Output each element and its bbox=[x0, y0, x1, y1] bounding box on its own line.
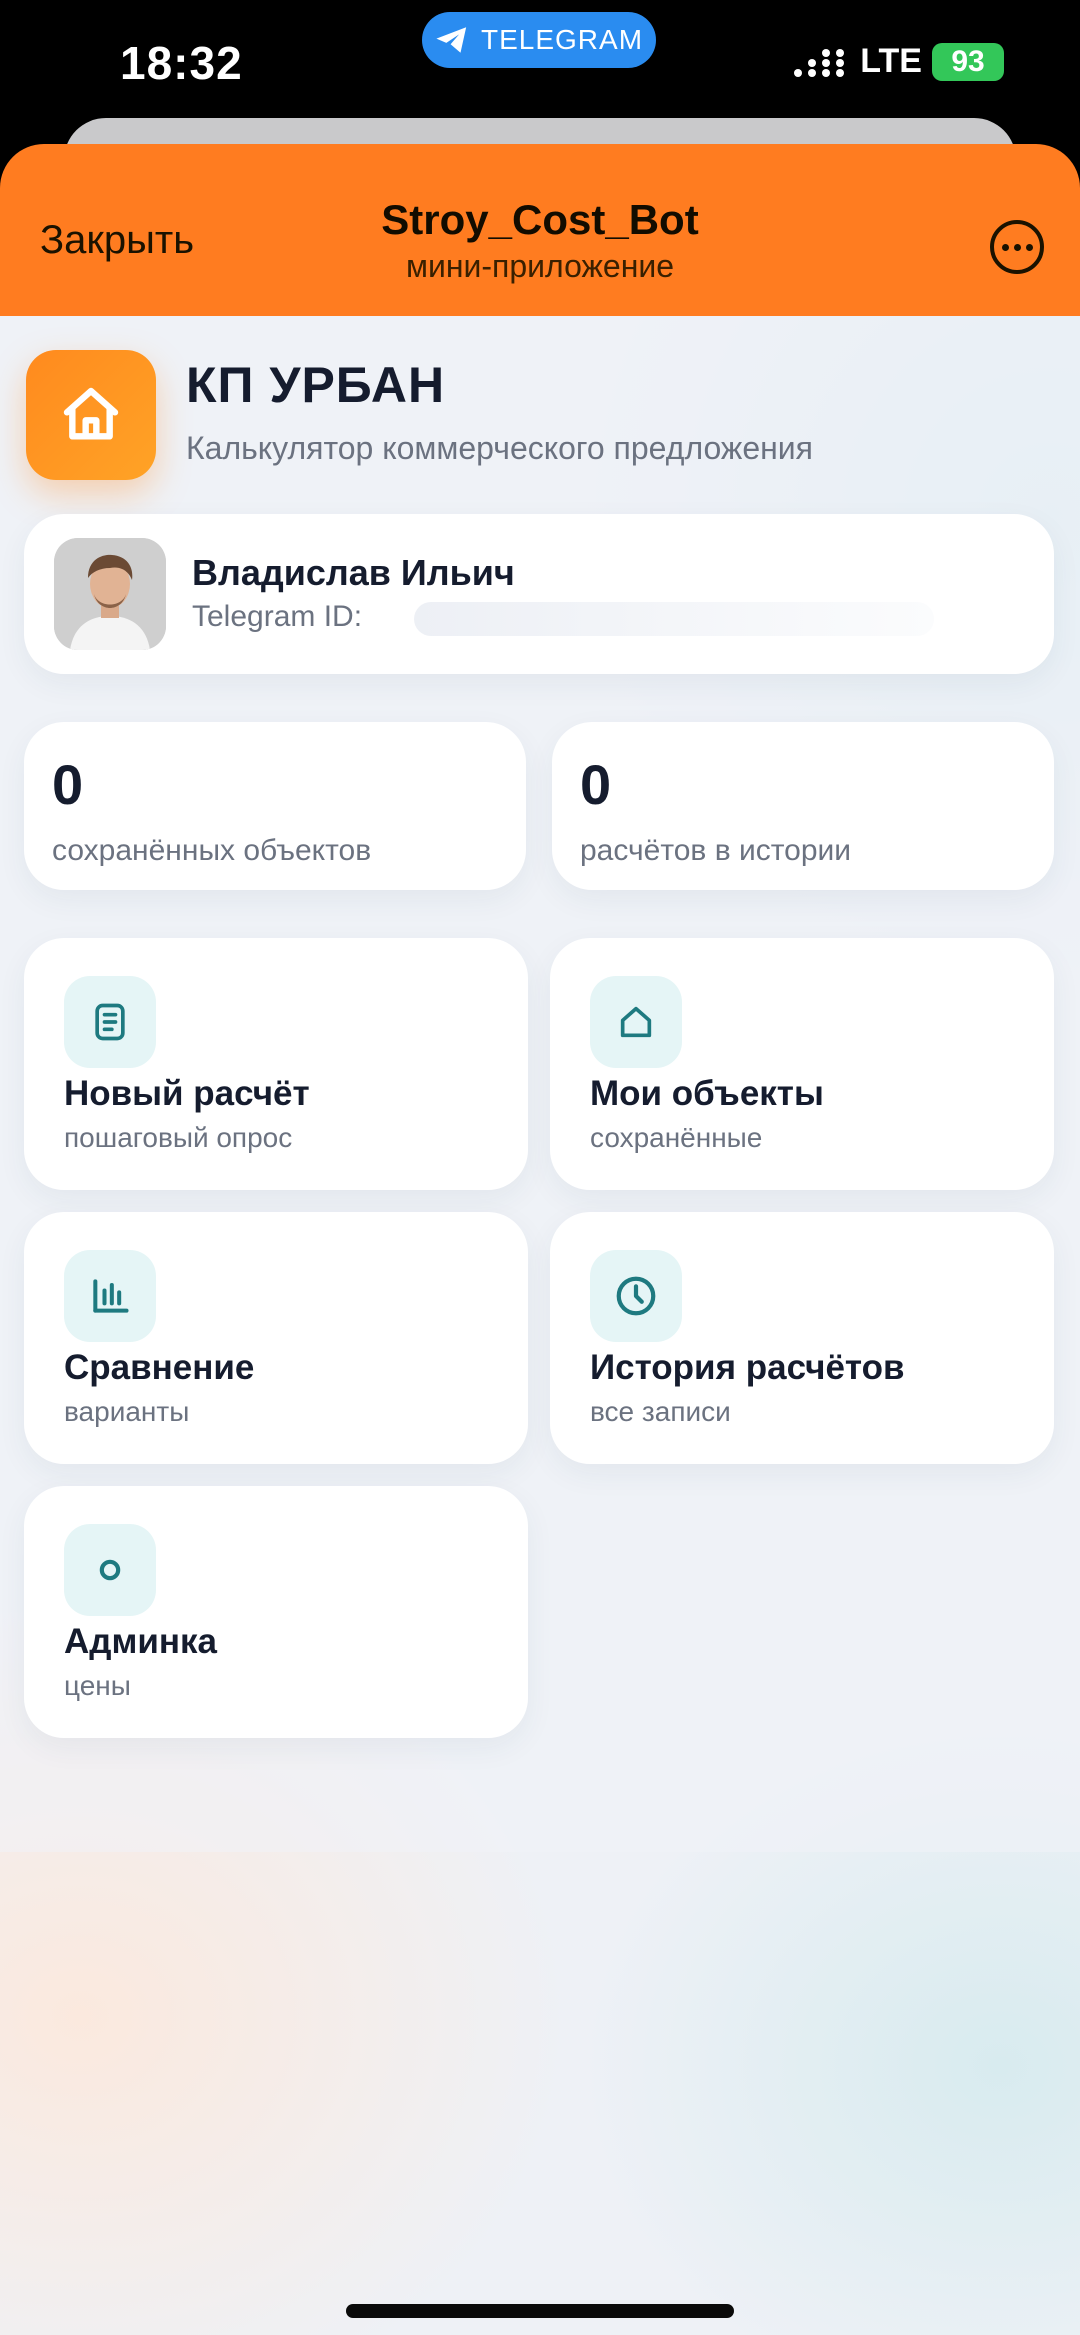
telegram-id-value-hidden bbox=[414, 602, 934, 636]
stat-label: сохранённых объектов bbox=[52, 834, 372, 867]
telegram-plane-icon bbox=[436, 27, 467, 53]
menu-subtitle: варианты bbox=[64, 1396, 190, 1427]
calculation-history-button[interactable]: История расчётов все записи bbox=[550, 1212, 1054, 1464]
network-type: LTE bbox=[860, 42, 922, 80]
stat-value: 0 bbox=[52, 753, 84, 816]
user-profile-card: Владислав Ильич Telegram ID: bbox=[24, 514, 1054, 674]
status-time: 18:32 bbox=[120, 37, 243, 89]
home-icon bbox=[620, 1006, 652, 1038]
bot-name: Stroy_Cost_Bot bbox=[381, 196, 699, 243]
status-bar: 18:32 TELEGRAM LTE 93 bbox=[0, 0, 1080, 130]
menu-subtitle: пошаговый опрос bbox=[64, 1122, 293, 1153]
document-icon bbox=[95, 1003, 125, 1041]
stat-value: 0 bbox=[580, 753, 612, 816]
admin-button[interactable]: Админка цены bbox=[24, 1486, 528, 1738]
app-area: КП УРБАН Калькулятор коммерческого предл… bbox=[0, 316, 1080, 2335]
menu-subtitle: все записи bbox=[590, 1396, 731, 1427]
app-logo bbox=[26, 350, 156, 480]
menu-title: История расчётов bbox=[590, 1348, 905, 1387]
stat-label: расчётов в истории bbox=[580, 834, 852, 867]
app-title: КП УРБАН bbox=[186, 357, 446, 413]
signal-icon bbox=[794, 48, 845, 77]
menu-title: Админка bbox=[64, 1622, 218, 1661]
menu-subtitle: цены bbox=[64, 1670, 131, 1701]
history-calculations-stat: 0 расчётов в истории bbox=[552, 722, 1054, 890]
telegram-pill-label: TELEGRAM bbox=[480, 24, 644, 55]
clock-icon bbox=[616, 1276, 656, 1316]
menu-title: Сравнение bbox=[64, 1348, 255, 1387]
user-name: Владислав Ильич bbox=[192, 552, 515, 593]
menu-title: Новый расчёт bbox=[64, 1074, 310, 1113]
new-calculation-button[interactable]: Новый расчёт пошаговый опрос bbox=[24, 938, 528, 1190]
battery-icon: 93 bbox=[932, 42, 1004, 81]
home-indicator[interactable] bbox=[346, 2304, 734, 2318]
menu-subtitle: сохранённые bbox=[590, 1122, 763, 1153]
home-logo-icon bbox=[63, 387, 119, 440]
battery-level: 93 bbox=[951, 44, 985, 78]
telegram-id-label: Telegram ID: bbox=[192, 600, 363, 633]
avatar bbox=[54, 538, 166, 650]
menu-title: Мои объекты bbox=[590, 1074, 824, 1113]
app-description: Калькулятор коммерческого предложения bbox=[186, 430, 813, 466]
more-options-icon[interactable] bbox=[990, 220, 1044, 274]
comparison-button[interactable]: Сравнение варианты bbox=[24, 1212, 528, 1464]
bar-chart-icon bbox=[93, 1279, 129, 1313]
bot-subtitle: мини-приложение bbox=[405, 248, 675, 284]
status-indicators: LTE 93 bbox=[792, 42, 1004, 81]
saved-objects-stat: 0 сохранённых объектов bbox=[24, 722, 526, 890]
circle-icon bbox=[99, 1559, 121, 1581]
telegram-pill[interactable]: TELEGRAM bbox=[422, 12, 656, 68]
my-objects-button[interactable]: Мои объекты сохранённые bbox=[550, 938, 1054, 1190]
mini-app-header: Закрыть Stroy_Cost_Bot мини-приложение bbox=[0, 144, 1080, 316]
